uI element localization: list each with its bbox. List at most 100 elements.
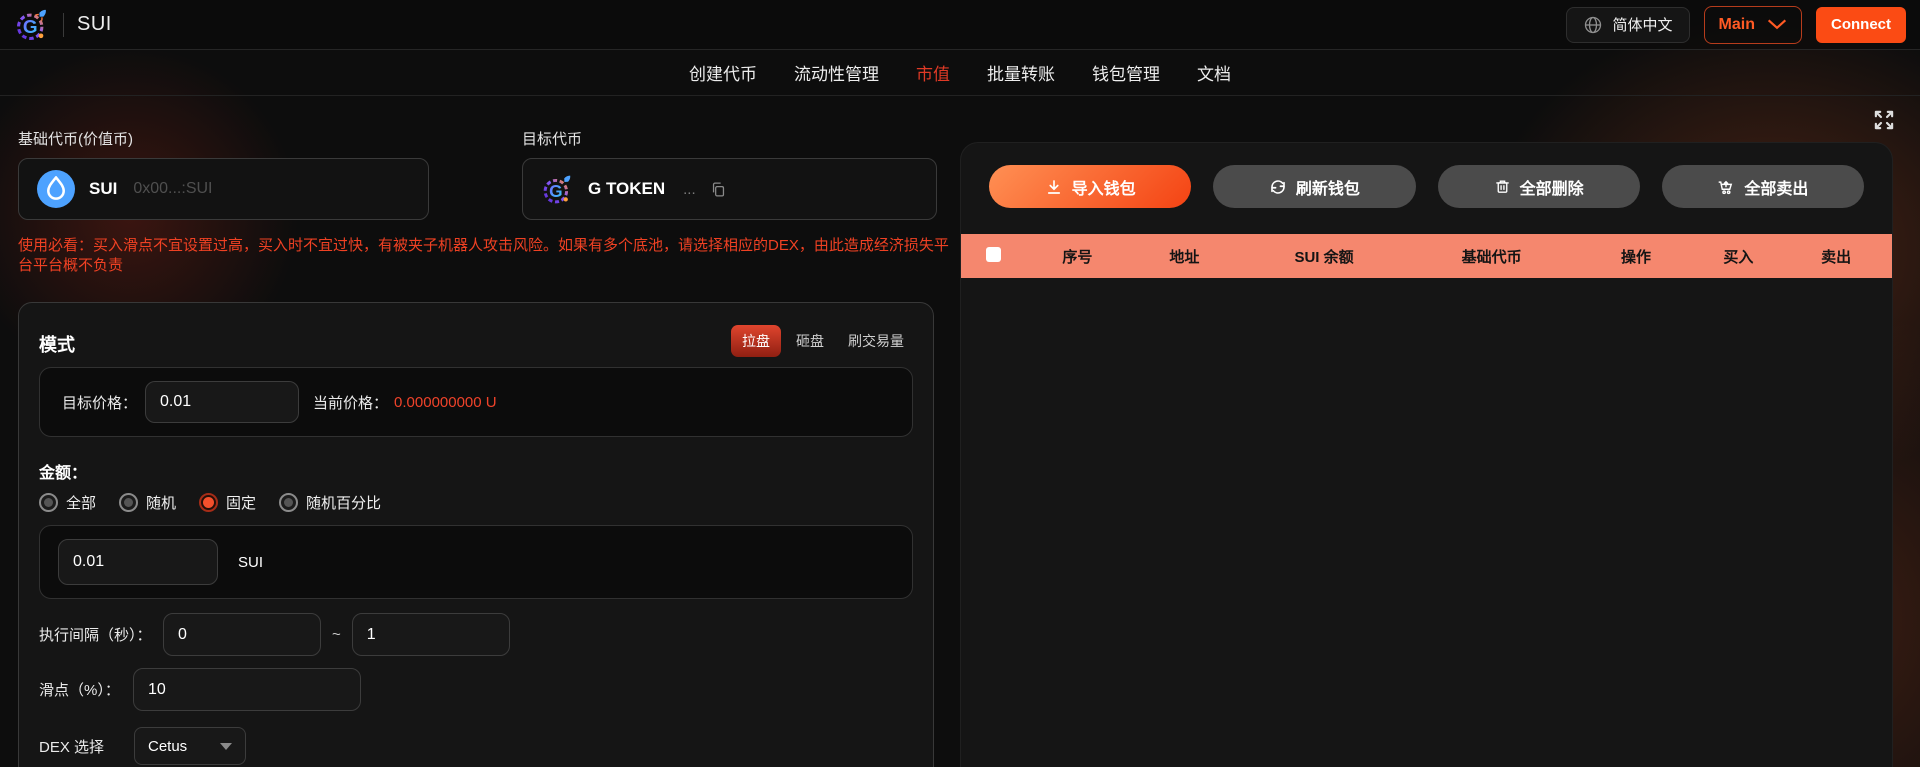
svg-text:G: G — [549, 180, 562, 200]
language-label: 简体中文 — [1612, 17, 1673, 34]
col-base-token: 基础代币 — [1461, 248, 1522, 266]
radio-fixed-label: 固定 — [226, 495, 257, 512]
mode-tabs: 拉盘 砸盘 刷交易量 — [731, 325, 913, 357]
page: G SUI 简体中文 Main Connect 创建代币 流动性管理 市值 批量… — [0, 0, 1920, 767]
current-price-value: 0.000000000 U — [394, 393, 497, 411]
delete-all-label: 全部删除 — [1519, 180, 1584, 198]
tab-wash-volume[interactable]: 刷交易量 — [839, 331, 913, 351]
nav-item-batch-transfer[interactable]: 批量转账 — [987, 60, 1055, 85]
base-token-label: 基础代币(价值币) — [18, 131, 133, 148]
current-price-label: 当前价格： — [313, 394, 389, 412]
nav-item-wallet-manage[interactable]: 钱包管理 — [1092, 60, 1160, 85]
interval-min-input[interactable] — [163, 613, 321, 656]
amount-mode-radios: 全部 随机 固定 随机百分比 — [39, 492, 913, 513]
dex-row: DEX 选择 Cetus — [39, 727, 913, 765]
refresh-icon — [1271, 179, 1285, 194]
nav-item-market-value[interactable]: 市值 — [916, 60, 950, 85]
slippage-row: 滑点（%）： — [39, 668, 913, 711]
app-header: G SUI 简体中文 Main Connect — [0, 0, 1920, 50]
radio-all-circle[interactable] — [39, 493, 58, 512]
select-all-checkbox[interactable] — [986, 246, 1002, 262]
slippage-label: 滑点（%）： — [39, 682, 120, 699]
radio-fixed-circle[interactable] — [199, 493, 219, 512]
radio-all[interactable]: 全部 — [39, 492, 96, 513]
target-token-address: ... — [683, 180, 696, 198]
sui-token-icon — [37, 170, 75, 208]
wallet-table-body — [961, 278, 1892, 708]
fullscreen-expand-icon[interactable] — [1871, 107, 1897, 133]
radio-random-label: 随机 — [146, 495, 177, 512]
radio-random-percent-label: 随机百分比 — [306, 495, 382, 512]
radio-all-label: 全部 — [66, 495, 97, 512]
amount-unit: SUI — [238, 553, 264, 571]
interval-max-input[interactable] — [351, 613, 510, 656]
cart-icon — [1718, 180, 1733, 194]
target-price-label: 目标价格： — [62, 394, 138, 412]
base-token-input[interactable] — [131, 179, 410, 199]
nav-item-create-token[interactable]: 创建代币 — [689, 60, 757, 85]
wallet-panel: 导入钱包 刷新钱包 全部删除 全部卖出 序号 地址 SUI 余额 基础代币 操作… — [960, 142, 1893, 767]
header-actions: 简体中文 Main Connect — [1565, 5, 1906, 44]
col-sui-balance: SUI 余额 — [1294, 248, 1354, 266]
tab-pump[interactable]: 拉盘 — [731, 325, 781, 357]
radio-fixed[interactable]: 固定 — [199, 492, 256, 513]
wallet-table-header: 序号 地址 SUI 余额 基础代币 操作 买入 卖出 — [961, 234, 1892, 278]
network-selector[interactable]: Main — [1703, 5, 1802, 44]
sell-all-label: 全部卖出 — [1744, 180, 1809, 198]
nav-item-liquidity[interactable]: 流动性管理 — [794, 60, 879, 85]
slippage-input[interactable] — [133, 668, 361, 711]
wallet-actions: 导入钱包 刷新钱包 全部删除 全部卖出 — [961, 143, 1892, 208]
base-token-selector[interactable]: SUI — [18, 158, 429, 220]
interval-row: 执行间隔（秒）： ~ — [39, 613, 913, 656]
col-address: 地址 — [1169, 248, 1200, 266]
download-icon — [1047, 179, 1060, 194]
base-token-symbol: SUI — [89, 179, 118, 198]
radio-random[interactable]: 随机 — [119, 492, 176, 513]
col-buy: 买入 — [1723, 248, 1754, 266]
brand-logo-icon: G — [16, 9, 46, 40]
target-price-input[interactable] — [145, 381, 300, 423]
tab-dump[interactable]: 砸盘 — [787, 331, 833, 351]
nav-item-docs[interactable]: 文档 — [1197, 60, 1231, 85]
sell-all-button[interactable]: 全部卖出 — [1661, 165, 1864, 208]
dropdown-arrow-icon — [220, 742, 232, 750]
chevron-down-icon — [1767, 19, 1787, 30]
radio-random-percent-circle[interactable] — [279, 493, 299, 512]
main-content: 基础代币(价值币) SUI 目标代币 G — [0, 95, 1920, 767]
copy-icon[interactable] — [710, 181, 727, 198]
delete-all-button[interactable]: 全部删除 — [1437, 165, 1640, 208]
radio-random-circle[interactable] — [119, 493, 139, 512]
brand-name: SUI — [77, 13, 112, 35]
col-index: 序号 — [1062, 248, 1093, 266]
radio-random-percent[interactable]: 随机百分比 — [279, 492, 381, 513]
connect-button[interactable]: Connect — [1816, 6, 1906, 43]
language-selector[interactable]: 简体中文 — [1565, 6, 1690, 43]
main-nav: 创建代币 流动性管理 市值 批量转账 钱包管理 文档 — [0, 50, 1920, 96]
col-sell: 卖出 — [1821, 248, 1852, 266]
refresh-wallets-label: 刷新钱包 — [1295, 180, 1360, 198]
brand-divider — [63, 12, 64, 37]
brand: G SUI — [14, 7, 112, 43]
target-token-selector[interactable]: G G TOKEN ... — [522, 158, 937, 220]
import-wallets-label: 导入钱包 — [1071, 180, 1136, 198]
amount-label: 金额： — [39, 465, 88, 482]
mode-panel-head: 模式 拉盘 砸盘 刷交易量 — [39, 325, 913, 357]
globe-icon — [1584, 16, 1601, 33]
base-token-group: 基础代币(价值币) SUI — [18, 128, 429, 220]
mode-panel: 模式 拉盘 砸盘 刷交易量 目标价格： 当前价格： 0.000000000 U … — [18, 302, 934, 767]
import-wallets-button[interactable]: 导入钱包 — [989, 165, 1192, 208]
dex-label: DEX 选择 — [39, 738, 105, 756]
network-label: Main — [1718, 15, 1755, 33]
price-box: 目标价格： 当前价格： 0.000000000 U — [39, 367, 913, 437]
dex-select[interactable]: Cetus — [134, 727, 246, 765]
amount-box: SUI — [39, 525, 913, 599]
usage-warning: 使用必看：买入滑点不宜设置过高，买入时不宜过快，有被夹子机器人攻击风险。如果有多… — [18, 237, 949, 274]
select-all-cell — [961, 246, 1026, 266]
target-token-group: 目标代币 G G TOKEN ... — [522, 128, 937, 220]
col-operation: 操作 — [1620, 248, 1651, 266]
interval-label: 执行间隔（秒）： — [39, 627, 152, 644]
amount-input[interactable] — [58, 539, 218, 585]
refresh-wallets-button[interactable]: 刷新钱包 — [1213, 165, 1416, 208]
target-token-label: 目标代币 — [522, 131, 583, 148]
mode-title: 模式 — [39, 335, 75, 355]
